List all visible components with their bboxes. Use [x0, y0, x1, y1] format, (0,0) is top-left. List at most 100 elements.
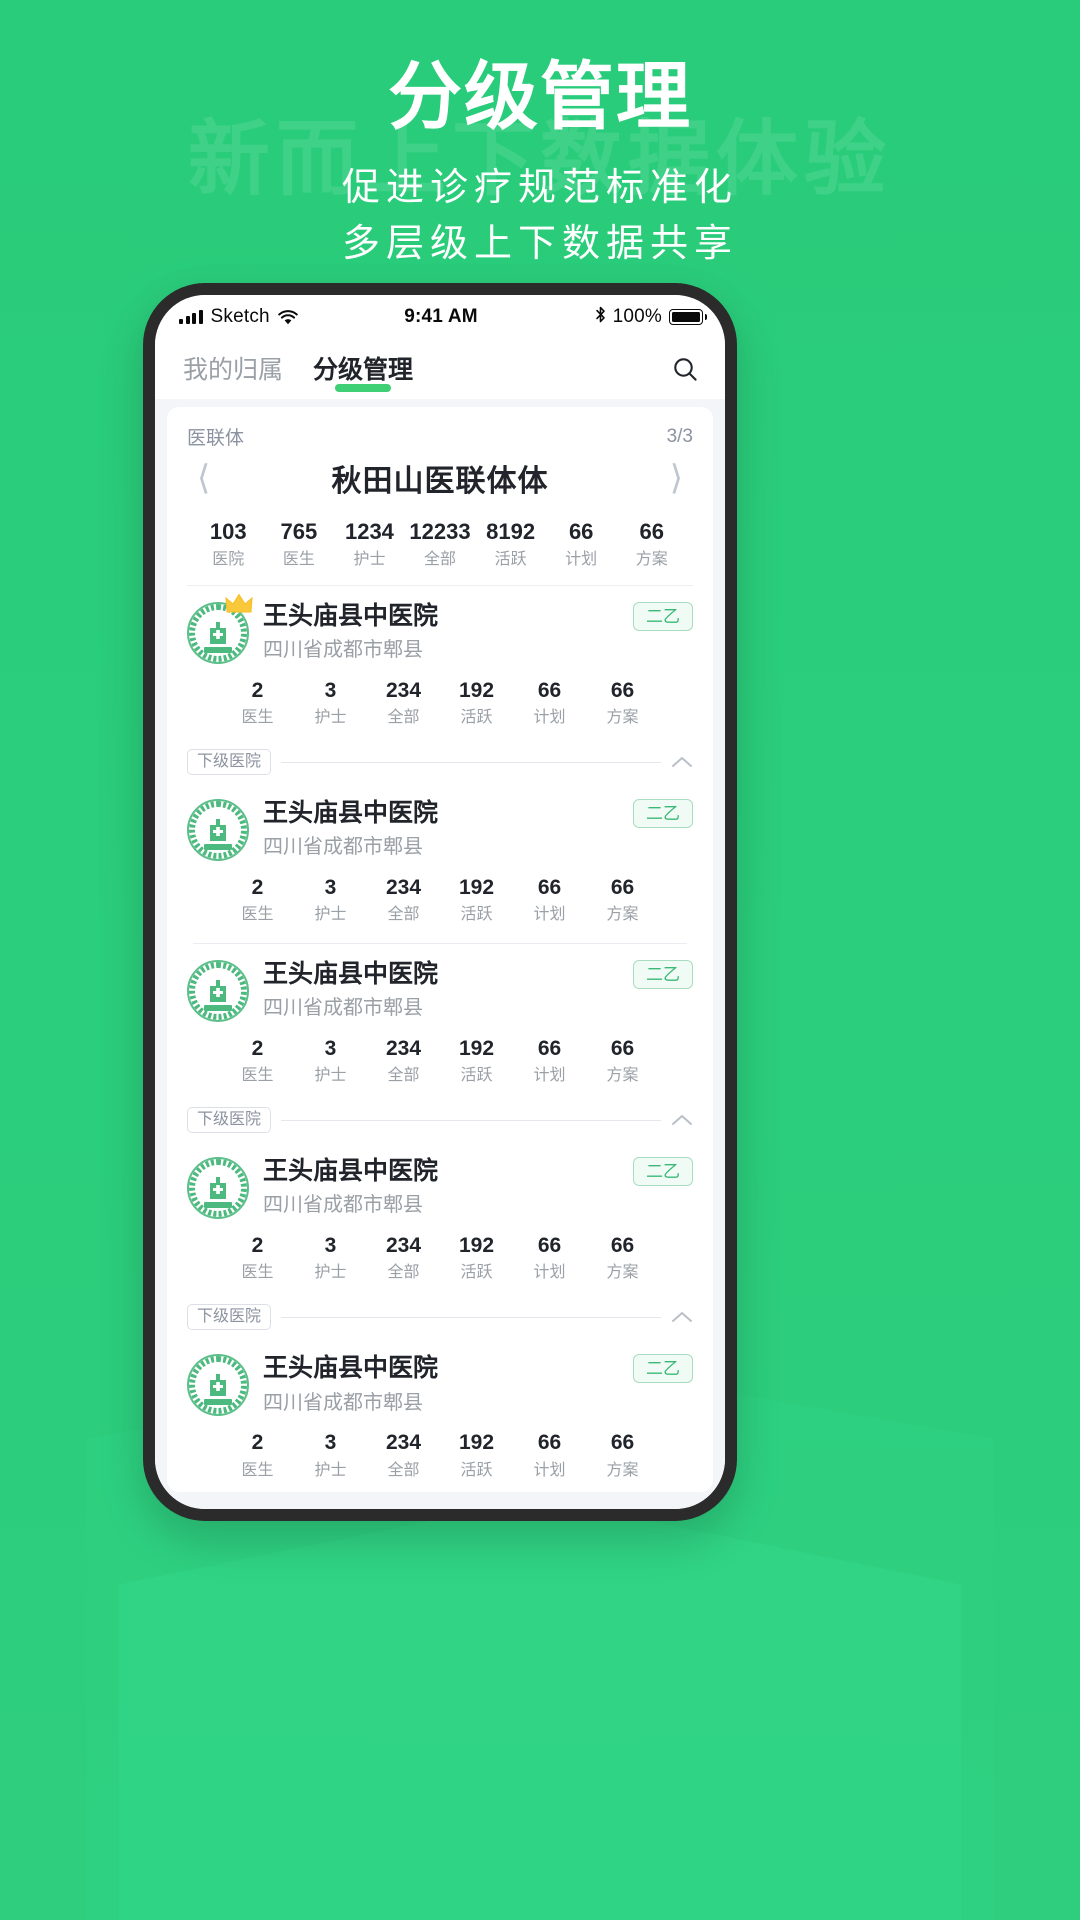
- stat-value: 2: [251, 678, 264, 702]
- chevron-up-icon[interactable]: [671, 1113, 693, 1127]
- hospital-row[interactable]: 王头庙县中医院 四川省成都市郫县 二乙 2 医生 3 护士 234 全部 192…: [167, 1338, 713, 1491]
- hospital-address: 四川省成都市郫县: [263, 996, 423, 1019]
- sub-hospital-separator[interactable]: 下级医院: [167, 1097, 713, 1141]
- stat-label: 活跃: [460, 708, 493, 726]
- hospital-stat-doctors: 2 医生: [221, 1036, 294, 1085]
- stat-label: 活跃: [460, 1461, 493, 1479]
- hospital-name: 王头庙县中医院: [263, 959, 439, 988]
- hospital-stat-active: 192 活跃: [440, 875, 513, 924]
- stat-value: 1234: [344, 519, 394, 544]
- hospital-level-badge: 二乙: [633, 601, 693, 631]
- stat-value: 66: [537, 876, 562, 900]
- hospital-stat-schemes: 66 方案: [586, 875, 659, 924]
- stat-label: 全部: [424, 550, 457, 568]
- stat-value: 3: [324, 1431, 337, 1455]
- tab-my-affiliation[interactable]: 我的归属: [183, 350, 283, 388]
- poster-subtitle-line-1: 促进诊疗规范标准化: [341, 166, 738, 209]
- status-bar-left: Sketch: [179, 306, 404, 328]
- hospital-stat-active: 192 活跃: [440, 1036, 513, 1085]
- hospital-info: 王头庙县中医院 四川省成都市郫县: [263, 958, 619, 1021]
- hospital-name: 王头庙县中医院: [263, 1157, 439, 1185]
- stat-value: 66: [610, 876, 635, 900]
- hospital-info: 王头庙县中医院 四川省成都市郫县: [263, 600, 619, 663]
- stat-value: 234: [385, 1234, 422, 1257]
- stat-value: 103: [209, 519, 247, 544]
- hospital-row[interactable]: 王头庙县中医院 四川省成都市郫县 二乙 2 医生 3 护士 234 全部 192…: [167, 944, 713, 1097]
- hospital-stat-doctors: 2 医生: [221, 875, 294, 924]
- stat-value: 234: [385, 1036, 422, 1060]
- sub-hospital-separator[interactable]: 下级医院: [167, 1294, 713, 1338]
- stat-value: 66: [610, 1234, 635, 1257]
- stat-label: 护士: [314, 1066, 347, 1084]
- stat-value: 765: [280, 519, 318, 544]
- tab-tiered-management[interactable]: 分级管理: [313, 350, 413, 392]
- hospital-stat-schemes: 66 方案: [586, 1233, 659, 1282]
- stat-value: 2: [251, 1234, 264, 1257]
- hospital-stat-plans: 66 计划: [513, 875, 586, 924]
- stat-label: 医生: [282, 550, 315, 568]
- hospital-stat-total: 234 全部: [367, 1233, 440, 1282]
- crown-badge-icon: [225, 593, 253, 615]
- hospital-logo-icon: [187, 799, 249, 862]
- stat-value: 66: [537, 1234, 562, 1257]
- stat-value: 2: [251, 1036, 264, 1060]
- poster-subtitle-line-2: 多层级上下数据共享: [341, 222, 738, 265]
- hospital-stat-schemes: 66 方案: [586, 678, 659, 727]
- hospital-stat-plans: 66 计划: [513, 678, 586, 727]
- sub-hospital-separator[interactable]: 下级医院: [167, 739, 713, 783]
- chevron-up-icon[interactable]: [671, 1310, 693, 1324]
- hospital-row[interactable]: 王头庙县中医院 四川省成都市郫县 二乙 2 医生 3 护士 234 全部 192…: [167, 1141, 713, 1294]
- stat-value: 3: [324, 678, 337, 702]
- chevron-right-icon[interactable]: ⟩: [664, 461, 689, 495]
- scroll-content[interactable]: 医联体 3/3 ⟨ 秋田山医联体体 ⟩ 103 医院 765 医生 1234 护…: [155, 399, 725, 1509]
- hospital-address: 四川省成都市郫县: [263, 1391, 423, 1414]
- separator-line: [281, 1316, 661, 1318]
- hospital-row[interactable]: 王头庙县中医院 四川省成都市郫县 二乙 2 医生 3 护士 234 全部 192…: [167, 586, 713, 739]
- hospital-main: 王头庙县中医院 四川省成都市郫县 二乙: [187, 958, 693, 1022]
- wifi-icon: [277, 309, 298, 325]
- battery-full-icon: [669, 309, 707, 325]
- hospital-stat-schemes: 66 方案: [586, 1430, 659, 1479]
- hospital-stat-total: 234 全部: [367, 875, 440, 924]
- search-icon[interactable]: [671, 355, 699, 383]
- stat-value: 234: [385, 678, 422, 702]
- stat-label: 全部: [387, 708, 420, 726]
- hospital-stat-plans: 66 计划: [513, 1036, 586, 1085]
- hospital-name: 王头庙县中医院: [263, 1354, 439, 1383]
- hospital-stat-plans: 66 计划: [513, 1430, 586, 1479]
- battery-percent-label: 100%: [612, 306, 662, 327]
- stat-label: 活跃: [494, 550, 527, 568]
- chevron-left-icon[interactable]: ⟨: [191, 461, 216, 495]
- separator-line: [281, 1119, 661, 1121]
- hospital-logo-icon: [187, 1157, 249, 1219]
- chevron-up-icon[interactable]: [671, 755, 693, 769]
- hospital-stat-nurses: 3 护士: [294, 875, 367, 924]
- signal-bars-icon: [179, 310, 203, 324]
- hospital-row[interactable]: 王头庙县中医院 四川省成都市郫县 二乙 2 医生 3 护士 234 全部 192…: [167, 783, 713, 936]
- stat-value: 66: [610, 1036, 635, 1060]
- stat-label: 护士: [314, 1264, 347, 1282]
- stat-value: 2: [251, 1431, 264, 1455]
- hospital-stat-nurses: 3 护士: [294, 1233, 367, 1282]
- status-bar-right: 100%: [478, 306, 707, 329]
- stat-label: 计划: [533, 1461, 566, 1479]
- stat-label: 计划: [533, 1066, 566, 1084]
- stat-label: 全部: [387, 906, 420, 924]
- hospital-stat-active: 192 活跃: [440, 678, 513, 727]
- stat-label: 方案: [606, 708, 639, 726]
- hospital-name: 王头庙县中医院: [263, 799, 439, 828]
- stat-label: 医院: [212, 550, 245, 568]
- medical-union-card: 医联体 3/3 ⟨ 秋田山医联体体 ⟩ 103 医院 765 医生 1234 护…: [167, 407, 713, 1492]
- stat-value: 66: [610, 1431, 635, 1455]
- stat-value: 12233: [409, 519, 471, 544]
- hospital-logo-icon: [187, 1354, 249, 1417]
- hospital-address: 四川省成都市郫县: [263, 638, 423, 661]
- stat-label: 医生: [241, 1066, 274, 1084]
- hospital-info: 王头庙县中医院 四川省成都市郫县: [263, 797, 619, 860]
- stat-label: 医生: [241, 906, 274, 924]
- hospital-stat-doctors: 2 医生: [221, 1233, 294, 1282]
- stat-label: 护士: [314, 708, 347, 726]
- hospital-stat-nurses: 3 护士: [294, 1430, 367, 1479]
- stat-value: 3: [324, 1036, 337, 1060]
- hospital-stats: 2 医生 3 护士 234 全部 192 活跃 66 计划 66 方案: [187, 664, 693, 729]
